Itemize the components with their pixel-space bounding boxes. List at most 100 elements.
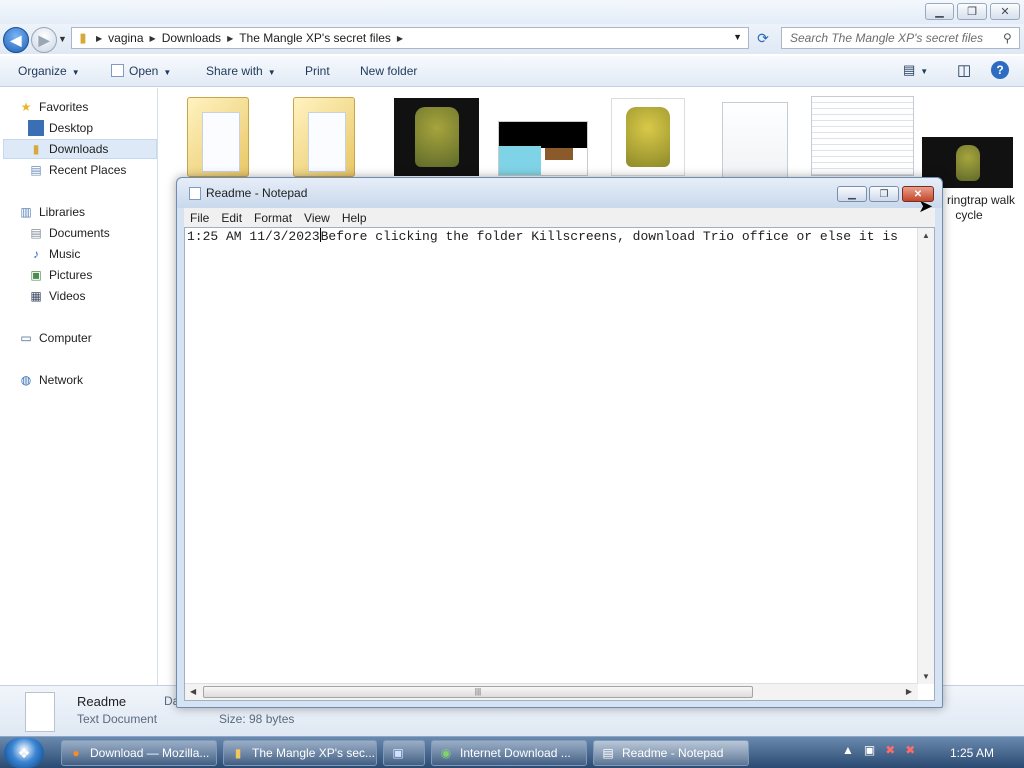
back-button[interactable]: ◀ — [3, 27, 29, 53]
address-bar[interactable]: ▮ ▶ vagina ▶ Downloads ▶ The Mangle XP's… — [71, 27, 749, 49]
forward-arrow-icon: ▶ — [38, 31, 50, 48]
notepad-window: Readme - Notepad ▁ ❐ ✕ File Edit Format … — [176, 177, 943, 708]
refresh-icon: ⟳ — [757, 29, 769, 46]
clock[interactable]: 1:25 AM — [950, 746, 994, 760]
network-disconnected-icon[interactable]: ✖ — [885, 743, 895, 757]
nav-computer[interactable]: ▭ Computer — [18, 328, 91, 348]
taskbar-item-firefox[interactable]: ● Download — Mozilla... — [61, 740, 217, 766]
image-thumbnail[interactable] — [611, 98, 685, 176]
scroll-down-icon[interactable]: ▼ — [922, 672, 930, 681]
taskbar-item-explorer[interactable]: ▮ The Mangle XP's sec... — [223, 740, 377, 766]
idm-icon: ◉ — [440, 746, 452, 760]
image-thumbnail[interactable] — [498, 121, 588, 176]
music-icon: ♪ — [33, 247, 39, 261]
menu-file[interactable]: File — [184, 211, 215, 225]
search-icon[interactable]: ⚲ — [1003, 31, 1012, 45]
address-dropdown-icon[interactable]: ▼ — [733, 32, 742, 42]
nav-desktop[interactable]: Desktop — [28, 118, 93, 138]
breadcrumb-separator-icon[interactable]: ▶ — [395, 34, 405, 43]
taskbar-item-idm[interactable]: ◉ Internet Download ... — [431, 740, 587, 766]
chevron-down-icon: ▼ — [71, 68, 80, 77]
notepad-titlebar[interactable]: Readme - Notepad ▁ ❐ ✕ — [177, 178, 942, 208]
horizontal-scrollbar[interactable]: ◀ ||| ▶ — [185, 683, 918, 700]
document-thumbnail[interactable] — [811, 96, 914, 176]
firefox-icon: ● — [72, 746, 80, 760]
mouse-pointer-icon: ➤ — [918, 196, 934, 216]
nav-favorites-label: Favorites — [39, 100, 89, 114]
breadcrumb-separator-icon[interactable]: ▶ — [148, 34, 158, 43]
notepad-minimize-button[interactable]: ▁ — [837, 186, 867, 202]
image-thumbnail[interactable] — [394, 98, 479, 176]
menu-help[interactable]: Help — [336, 211, 373, 225]
file-label[interactable]: ringtrap walk — [938, 193, 1024, 207]
notepad-icon: ▤ — [602, 746, 614, 760]
taskbar-item-notepad[interactable]: ▤ Readme - Notepad — [593, 740, 749, 766]
taskbar-item-network[interactable]: ▣ — [383, 740, 425, 766]
change-view-button[interactable]: ▤ ▼ — [903, 62, 928, 78]
breadcrumb-separator-icon[interactable]: ▶ — [225, 34, 235, 43]
horizontal-scroll-thumb[interactable]: ||| — [203, 686, 753, 698]
downloads-folder-icon: ▮ — [32, 142, 40, 156]
action-center-icon[interactable]: ▣ — [864, 743, 875, 757]
file-label[interactable]: cycle — [938, 208, 1000, 222]
recent-pages-dropdown[interactable]: ▼ — [58, 34, 67, 44]
breadcrumb-secret-files[interactable]: The Mangle XP's secret files — [235, 31, 395, 45]
text-after-caret: Before clicking the folder Killscreens, … — [320, 229, 898, 244]
start-button[interactable]: ❖ — [4, 738, 44, 768]
animatronic-image — [414, 107, 459, 167]
notepad-maximize-button[interactable]: ❐ — [869, 186, 899, 202]
folder-thumbnail[interactable] — [187, 97, 249, 177]
refresh-button[interactable]: ⟳ — [752, 27, 774, 49]
nav-music[interactable]: ♪ Music — [28, 244, 80, 264]
text-document-icon — [25, 692, 55, 732]
scroll-up-icon[interactable]: ▲ — [922, 231, 930, 240]
folder-thumbnail[interactable] — [293, 97, 355, 177]
nav-recent-places[interactable]: ▤ Recent Places — [28, 160, 126, 180]
explorer-titlebar: ▁ ❐ ✕ — [0, 0, 1024, 24]
help-icon: ? — [996, 63, 1004, 77]
command-bar: Organize ▼ Open ▼ Share with ▼ Print New fo… — [0, 56, 1024, 87]
share-with-label: Share with — [206, 64, 263, 78]
scroll-right-icon[interactable]: ▶ — [906, 687, 912, 696]
breadcrumb-separator-icon[interactable]: ▶ — [94, 34, 104, 43]
volume-muted-icon[interactable]: ✖ — [905, 743, 915, 757]
nav-favorites[interactable]: ★ Favorites — [18, 97, 89, 117]
organize-label: Organize — [18, 64, 67, 78]
close-button[interactable]: ✕ — [990, 3, 1020, 20]
breadcrumb-downloads[interactable]: Downloads — [158, 31, 225, 45]
menu-format[interactable]: Format — [248, 211, 298, 225]
help-button[interactable]: ? — [991, 61, 1009, 79]
forward-button[interactable]: ▶ — [31, 27, 57, 53]
minimize-button[interactable]: ▁ — [925, 3, 954, 20]
nav-network[interactable]: ◍ Network — [18, 370, 83, 390]
details-size: Size: 98 bytes — [219, 712, 295, 726]
organize-button[interactable]: Organize ▼ — [18, 64, 80, 78]
maximize-button[interactable]: ❐ — [957, 3, 987, 20]
videos-icon: ▦ — [30, 289, 42, 303]
windows-logo-icon: ❖ — [17, 744, 31, 761]
scroll-left-icon[interactable]: ◀ — [190, 687, 196, 696]
notepad-icon — [189, 187, 201, 200]
nav-videos[interactable]: ▦ Videos — [28, 286, 85, 306]
back-arrow-icon: ◀ — [10, 31, 22, 48]
nav-downloads[interactable]: ▮ Downloads — [3, 139, 157, 159]
print-button[interactable]: Print — [305, 64, 330, 78]
taskbar-item-label: Download — Mozilla... — [90, 746, 210, 760]
nav-pictures[interactable]: ▣ Pictures — [28, 265, 92, 285]
new-folder-button[interactable]: New folder — [360, 64, 417, 78]
nav-documents[interactable]: ▤ Documents — [28, 223, 109, 243]
menu-view[interactable]: View — [298, 211, 336, 225]
menu-edit[interactable]: Edit — [215, 211, 248, 225]
show-hidden-icons-icon[interactable]: ▲ — [842, 743, 854, 757]
nav-downloads-label: Downloads — [49, 142, 109, 156]
document-thumbnail[interactable] — [722, 102, 788, 186]
notepad-text-area[interactable]: 1:25 AM 11/3/2023Before clicking the fol… — [184, 227, 935, 701]
recent-places-icon: ▤ — [30, 163, 42, 177]
open-button[interactable]: Open ▼ — [111, 64, 171, 78]
nav-libraries[interactable]: ▥ Libraries — [18, 202, 85, 222]
breadcrumb-vagina[interactable]: vagina — [104, 31, 147, 45]
vertical-scrollbar[interactable]: ▲ ▼ — [917, 228, 934, 684]
share-with-button[interactable]: Share with ▼ — [206, 64, 276, 78]
preview-pane-button[interactable]: ◫ — [957, 61, 971, 79]
search-input[interactable] — [781, 27, 1020, 49]
